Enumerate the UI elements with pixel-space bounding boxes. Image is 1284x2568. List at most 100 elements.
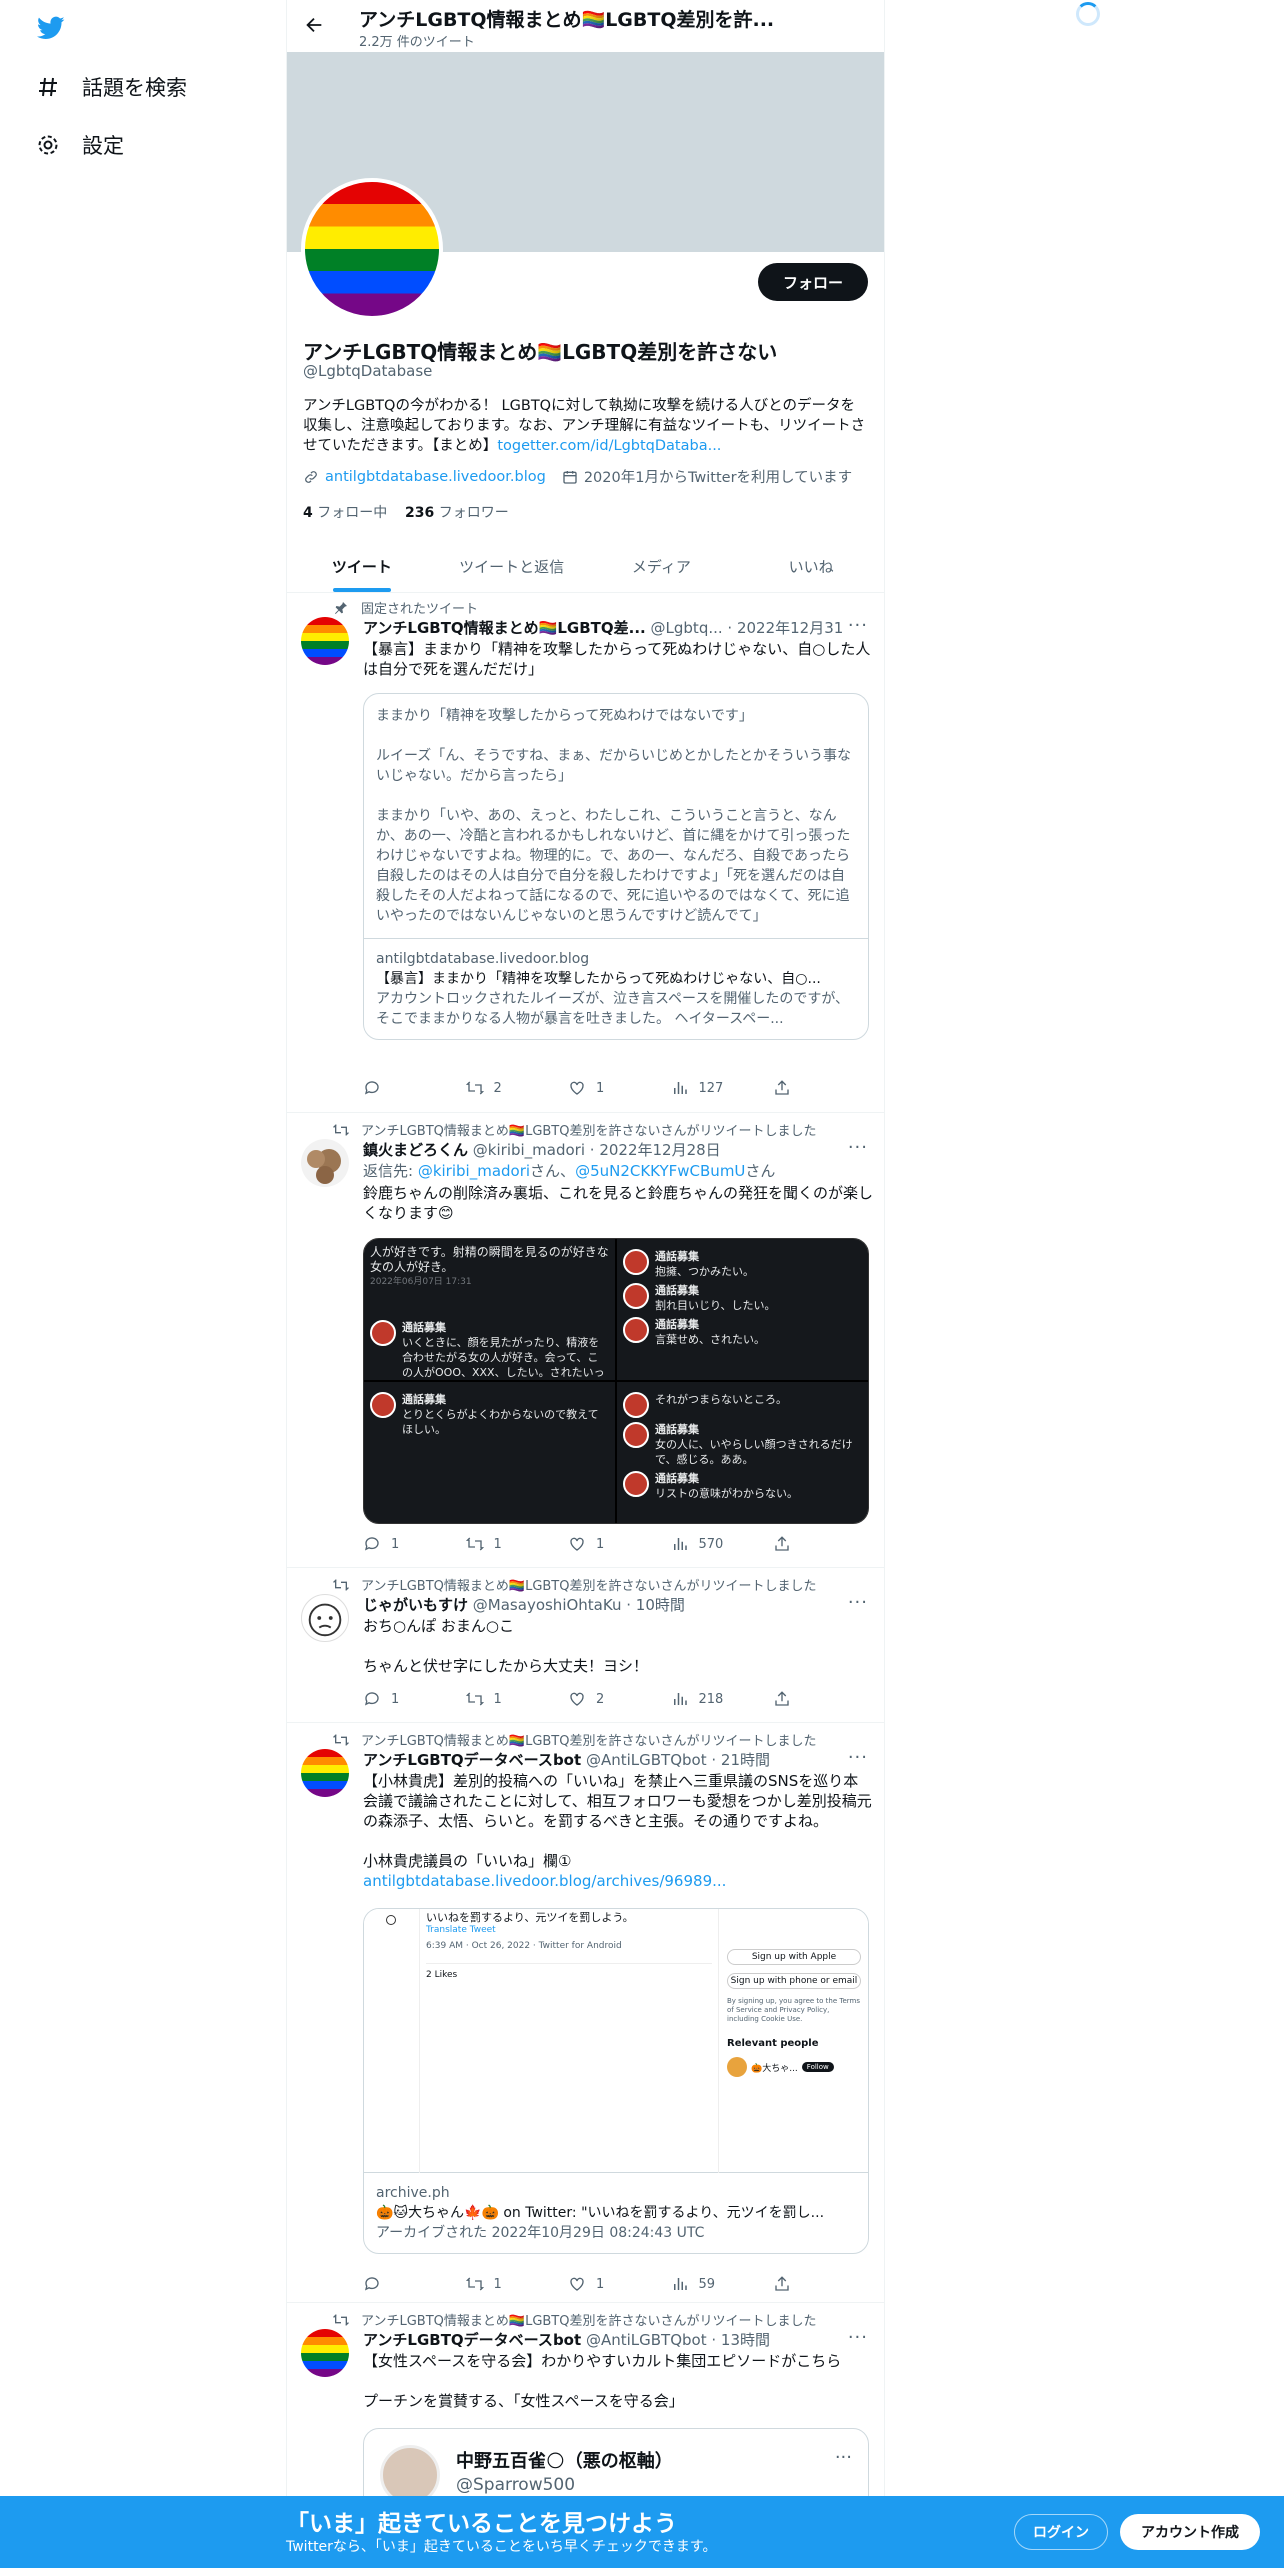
- twitter-logo-icon[interactable]: [36, 14, 66, 42]
- tab-media[interactable]: メディア: [587, 540, 737, 592]
- retweet-button[interactable]: 1: [465, 2275, 556, 2293]
- nav-explore[interactable]: 話題を検索: [36, 72, 187, 102]
- author-handle[interactable]: @Lgbtq...: [651, 619, 723, 637]
- author-name[interactable]: アンチLGBTQデータベースbot: [363, 2331, 581, 2349]
- reply-button[interactable]: 1: [363, 1535, 453, 1553]
- link-card[interactable]: ままかり「精神を攻撃したからって死ぬわけではないです」 ルイーズ「ん、そうですね…: [363, 693, 869, 1040]
- share-button[interactable]: [773, 1079, 793, 1097]
- retweet-button[interactable]: 2: [465, 1079, 556, 1097]
- avatar[interactable]: [301, 1139, 349, 1187]
- tweet[interactable]: アンチLGBTQ情報まとめ🏳️‍🌈LGBTQ差別を許さないさんがリツイートしまし…: [287, 1723, 884, 2303]
- share-button[interactable]: [773, 1690, 793, 1708]
- media-image[interactable]: 人が好きです。射精の瞬間を見るのが好きな女の人が好き。 2022年06月07日 …: [364, 1239, 615, 1380]
- like-button[interactable]: 1: [568, 2275, 658, 2293]
- retweet-button[interactable]: 1: [465, 1535, 556, 1553]
- reply-button[interactable]: [363, 1079, 453, 1097]
- reply-button[interactable]: 1: [363, 1690, 453, 1708]
- more-icon[interactable]: ···: [835, 2447, 852, 2468]
- profile-website[interactable]: antilgbtdatabase.livedoor.blog: [325, 469, 546, 485]
- media-image[interactable]: 通話募集 とりとくらがよくわからないので教えてほしい。: [364, 1382, 615, 1523]
- follow-button[interactable]: フォロー: [758, 263, 868, 301]
- avatar[interactable]: [301, 1749, 349, 1797]
- views-button[interactable]: 218: [671, 1690, 761, 1708]
- more-icon[interactable]: ···: [848, 615, 868, 636]
- tab-tweets[interactable]: ツイート: [287, 540, 437, 592]
- tweet-date[interactable]: · 2022年12月31日: [727, 619, 843, 637]
- share-button[interactable]: [773, 1535, 793, 1553]
- media-grid[interactable]: 人が好きです。射精の瞬間を見るのが好きな女の人が好き。 2022年06月07日 …: [363, 1238, 869, 1524]
- reply-button[interactable]: [363, 2275, 453, 2293]
- profile-avatar[interactable]: [301, 178, 443, 320]
- more-icon[interactable]: ···: [848, 1592, 868, 1613]
- media-image[interactable]: それがつまらないところ。 通話募集 女の人に、いやらしい顔つきされるだけで、感じる…: [617, 1382, 868, 1523]
- profile-meta: antilgbtdatabase.livedoor.blog 2020年1月から…: [303, 466, 852, 487]
- link-card[interactable]: いいねを罰するより、元ツイを罰しよう。 Translate Tweet 6:39…: [363, 1908, 869, 2254]
- card-description: アカウントロックされたルイーズが、泣き言スペースを開催したのですが、そこでままか…: [376, 991, 850, 1027]
- pinned-label: 固定されたツイート: [361, 602, 479, 617]
- author-name[interactable]: じゃがいもすけ: [363, 1596, 468, 1614]
- views-button[interactable]: 59: [671, 2275, 761, 2293]
- author-handle[interactable]: @MasayoshiOhtaKu: [473, 1596, 622, 1614]
- tweet-text: 【女性スペースを守る会】わかりやすいカルト集団エピソードがこちら プーチンを賞賛…: [363, 2352, 842, 2410]
- tweet-date[interactable]: · 10時間: [626, 1596, 685, 1614]
- like-button[interactable]: 1: [568, 1079, 658, 1097]
- media-user: 通話募集: [402, 1321, 446, 1334]
- author-handle[interactable]: @AntiLGBTQbot: [586, 1751, 707, 1769]
- tweet-date[interactable]: · 13時間: [711, 2331, 770, 2349]
- media-user: 通話募集: [655, 1472, 699, 1485]
- media-image[interactable]: 通話募集 抱擁、つかみたい。 通話募集 割れ目いじり、したい。 通話募集 言葉せめ、さ…: [617, 1239, 868, 1380]
- retweet-button[interactable]: 1: [465, 1690, 556, 1708]
- author-name[interactable]: アンチLGBTQデータベースbot: [363, 1751, 581, 1769]
- author-handle[interactable]: @kiribi_madori: [473, 1141, 585, 1159]
- more-icon[interactable]: ···: [848, 1747, 868, 1768]
- tab-tweets-and-replies[interactable]: ツイートと返信: [437, 540, 587, 592]
- media-text: 人が好きです。射精の瞬間を見るのが好きな女の人が好き。: [370, 1245, 609, 1274]
- profile-bio-link[interactable]: togetter.com/id/LgbtqDataba...: [497, 438, 721, 454]
- views-count: 570: [698, 1536, 724, 1552]
- like-button[interactable]: 2: [568, 1690, 658, 1708]
- tweet-date[interactable]: · 2022年12月28日: [590, 1141, 721, 1159]
- retweet-count: 2: [493, 1080, 502, 1096]
- tweet-header: じゃがいもすけ @MasayoshiOhtaKu · 10時間: [363, 1594, 843, 1615]
- reply-count: 1: [391, 1536, 400, 1552]
- retweet-icon: [465, 1537, 484, 1551]
- reply-to: 返信先: @kiribi_madoriさん、@5uN2CKKYFwCBumUさん: [363, 1161, 873, 1181]
- tweet[interactable]: アンチLGBTQ情報まとめ🏳️‍🌈LGBTQ差別を許さないさんがリツイートしまし…: [287, 1568, 884, 1723]
- views-button[interactable]: 570: [671, 1535, 761, 1553]
- tweet-link[interactable]: antilgbtdatabase.livedoor.blog/archives/…: [363, 1871, 873, 1891]
- reply-to-user[interactable]: @5uN2CKKYFwCBumU: [575, 1162, 745, 1180]
- login-button[interactable]: ログイン: [1014, 2514, 1108, 2550]
- following-link[interactable]: 4 フォロー中: [303, 505, 387, 521]
- back-arrow-icon[interactable]: [303, 14, 325, 36]
- share-button[interactable]: [773, 2275, 793, 2293]
- like-button[interactable]: 1: [568, 1535, 658, 1553]
- media-user: 通話募集: [655, 1250, 699, 1263]
- tweet-date[interactable]: · 21時間: [711, 1751, 770, 1769]
- views-button[interactable]: 127: [671, 1079, 761, 1097]
- author-handle[interactable]: @AntiLGBTQbot: [586, 2331, 707, 2349]
- more-icon[interactable]: ···: [848, 1137, 868, 1158]
- like-count: 1: [596, 1536, 605, 1552]
- avatar[interactable]: [301, 1594, 349, 1642]
- followers-label: フォロワー: [434, 505, 509, 521]
- views-icon: [673, 2278, 687, 2290]
- card-title: 【暴言】ままかり「精神を攻撃したからって死ぬわけじゃない、自○...: [376, 971, 821, 987]
- tweet[interactable]: 固定されたツイート アンチLGBTQ情報まとめ🏳️‍🌈LGBTQ差... @Lg…: [287, 593, 884, 1113]
- signup-button[interactable]: アカウント作成: [1120, 2514, 1260, 2550]
- tweet[interactable]: アンチLGBTQ情報まとめ🏳️‍🌈LGBTQ差別を許さないさんがリツイートしまし…: [287, 1113, 884, 1568]
- followers-link[interactable]: 236 フォロワー: [405, 505, 509, 521]
- shot-translate: Translate Tweet: [426, 1925, 496, 1935]
- heart-icon: [570, 1692, 584, 1706]
- author-name[interactable]: アンチLGBTQ情報まとめ🏳️‍🌈LGBTQ差...: [363, 619, 646, 637]
- author-name[interactable]: 鎮火まどろくん: [363, 1141, 468, 1159]
- more-icon[interactable]: ···: [848, 2327, 868, 2348]
- shot-phone: Sign up with phone or email: [727, 1973, 861, 1989]
- avatar[interactable]: [301, 2329, 349, 2377]
- nav-settings[interactable]: 設定: [36, 130, 124, 160]
- reply-to-user[interactable]: @kiribi_madori: [418, 1162, 530, 1180]
- tweet-actions: 1 1 59: [363, 2275, 793, 2293]
- heart-icon: [570, 1537, 584, 1551]
- tab-likes[interactable]: いいね: [736, 540, 884, 592]
- avatar[interactable]: [301, 617, 349, 665]
- media-user: 通話募集: [402, 1393, 446, 1406]
